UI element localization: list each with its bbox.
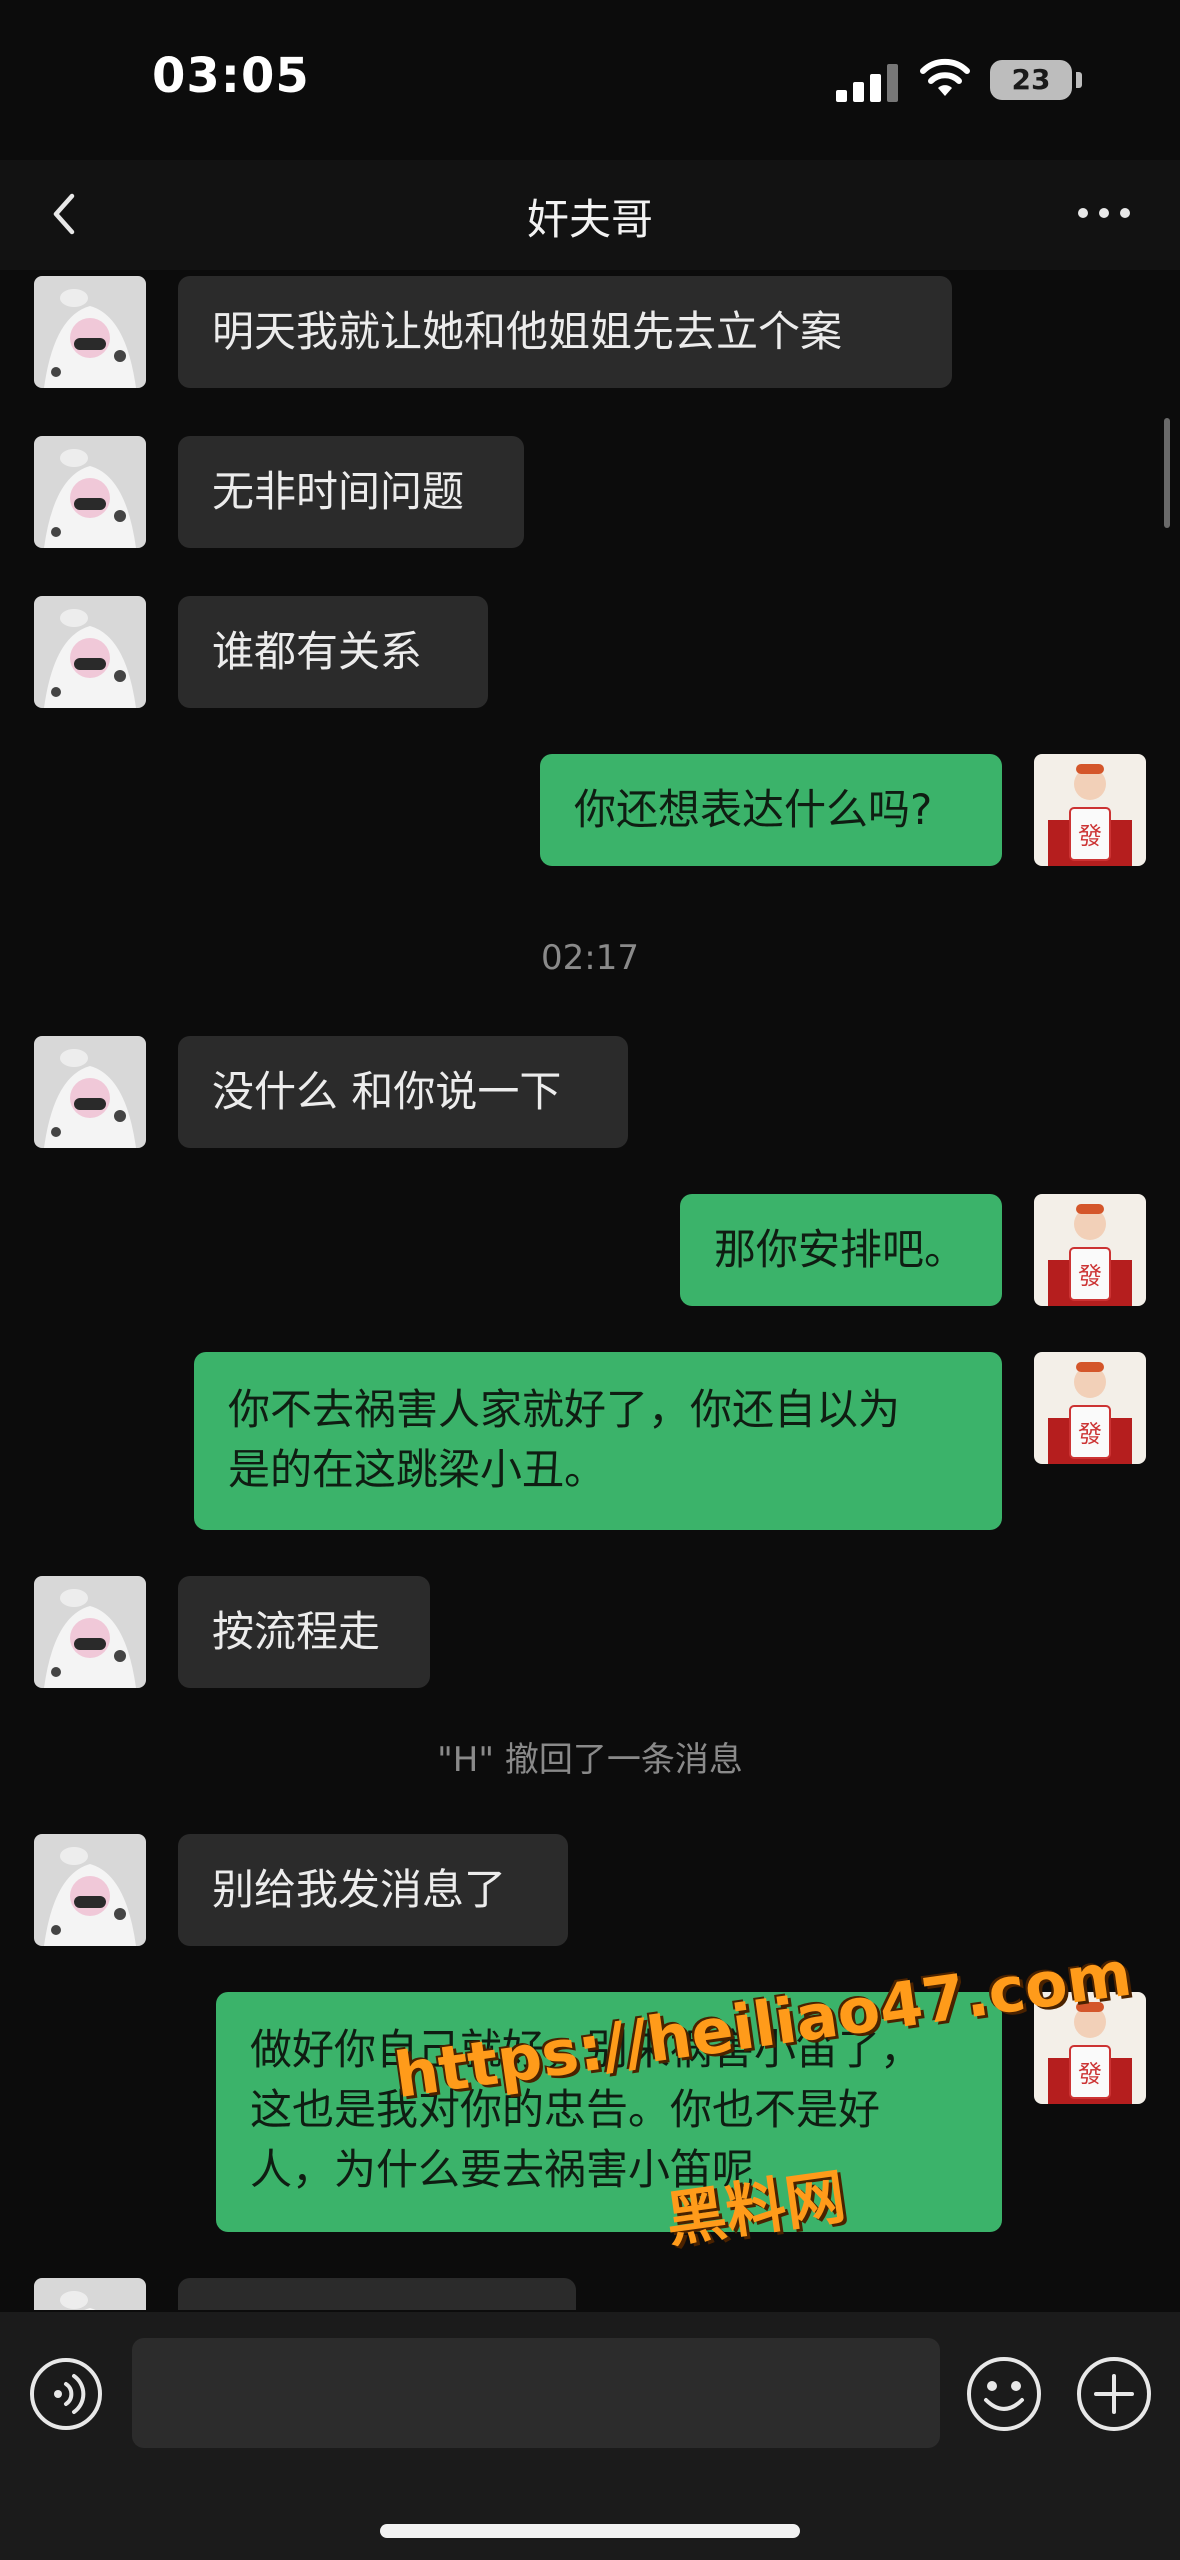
scrollbar-thumb[interactable] bbox=[1164, 418, 1170, 528]
chat-title: 奸夫哥 bbox=[526, 195, 653, 244]
message-input[interactable] bbox=[132, 2338, 940, 2448]
wifi-icon bbox=[920, 58, 970, 96]
message-text: 谁都有关系 bbox=[212, 627, 423, 676]
user-avatar[interactable]: 發 bbox=[1034, 1194, 1146, 1306]
back-icon[interactable] bbox=[36, 184, 96, 244]
message-text: 你还想表达什么吗? bbox=[574, 785, 933, 834]
contact-avatar[interactable] bbox=[34, 596, 146, 708]
message-text: 按流程走 bbox=[212, 1607, 381, 1656]
message-text: 无非时间问题 bbox=[212, 467, 465, 516]
incoming-message-partial[interactable] bbox=[178, 2278, 576, 2310]
timestamp: 02:17 bbox=[541, 938, 639, 978]
message-text: 没什么 和你说一下 bbox=[212, 1067, 562, 1116]
incoming-message[interactable]: 按流程走 bbox=[178, 1576, 430, 1688]
contact-avatar[interactable] bbox=[34, 436, 146, 548]
svg-text:發: 發 bbox=[1078, 1420, 1102, 1448]
battery-tip bbox=[1076, 72, 1082, 88]
incoming-message[interactable]: 没什么 和你说一下 bbox=[178, 1036, 628, 1148]
contact-avatar[interactable] bbox=[34, 1036, 146, 1148]
home-indicator bbox=[380, 2524, 800, 2538]
message-text: 那你安排吧。 bbox=[714, 1225, 967, 1274]
status-time: 03:05 bbox=[152, 48, 310, 104]
contact-avatar[interactable] bbox=[34, 276, 146, 388]
plus-icon[interactable] bbox=[1074, 2354, 1154, 2434]
user-avatar[interactable]: 發 bbox=[1034, 1352, 1146, 1464]
watermark-name: 黑料网 bbox=[661, 2161, 850, 2257]
battery-level: 23 bbox=[1011, 63, 1051, 96]
cellular-signal-icon bbox=[836, 64, 902, 102]
outgoing-message[interactable]: 你不去祸害人家就好了，你还自以为 是的在这跳梁小丑。 bbox=[194, 1352, 1002, 1530]
more-options-icon[interactable] bbox=[1066, 182, 1142, 242]
recall-notice: "H" 撤回了一条消息 bbox=[437, 1740, 743, 1780]
message-text: 你不去祸害人家就好了，你还自以为 是的在这跳梁小丑。 bbox=[228, 1385, 901, 1494]
watermark: https://heiliao47.com 黑料网 bbox=[390, 1937, 1136, 2280]
contact-avatar[interactable] bbox=[34, 1576, 146, 1688]
incoming-message[interactable]: 无非时间问题 bbox=[178, 436, 524, 548]
svg-text:發: 發 bbox=[1078, 1262, 1102, 1290]
outgoing-message[interactable]: 那你安排吧。 bbox=[680, 1194, 1002, 1306]
user-avatar[interactable]: 發 bbox=[1034, 754, 1146, 866]
input-bar bbox=[0, 2312, 1180, 2560]
svg-text:發: 發 bbox=[1078, 822, 1102, 850]
message-text: 别给我发消息了 bbox=[212, 1865, 507, 1914]
contact-avatar[interactable] bbox=[34, 2278, 146, 2310]
outgoing-message[interactable]: 你还想表达什么吗? bbox=[540, 754, 1002, 866]
incoming-message[interactable]: 谁都有关系 bbox=[178, 596, 488, 708]
emoji-icon[interactable] bbox=[964, 2354, 1044, 2434]
contact-avatar[interactable] bbox=[34, 1834, 146, 1946]
battery-icon: 23 bbox=[990, 60, 1072, 100]
status-bar: 03:05 23 bbox=[0, 0, 1180, 160]
chat-header: 奸夫哥 bbox=[0, 160, 1180, 270]
voice-input-icon[interactable] bbox=[28, 2356, 104, 2432]
incoming-message[interactable]: 别给我发消息了 bbox=[178, 1834, 568, 1946]
message-text: 明天我就让她和他姐姐先去立个案 bbox=[212, 307, 843, 356]
incoming-message[interactable]: 明天我就让她和他姐姐先去立个案 bbox=[178, 276, 952, 388]
